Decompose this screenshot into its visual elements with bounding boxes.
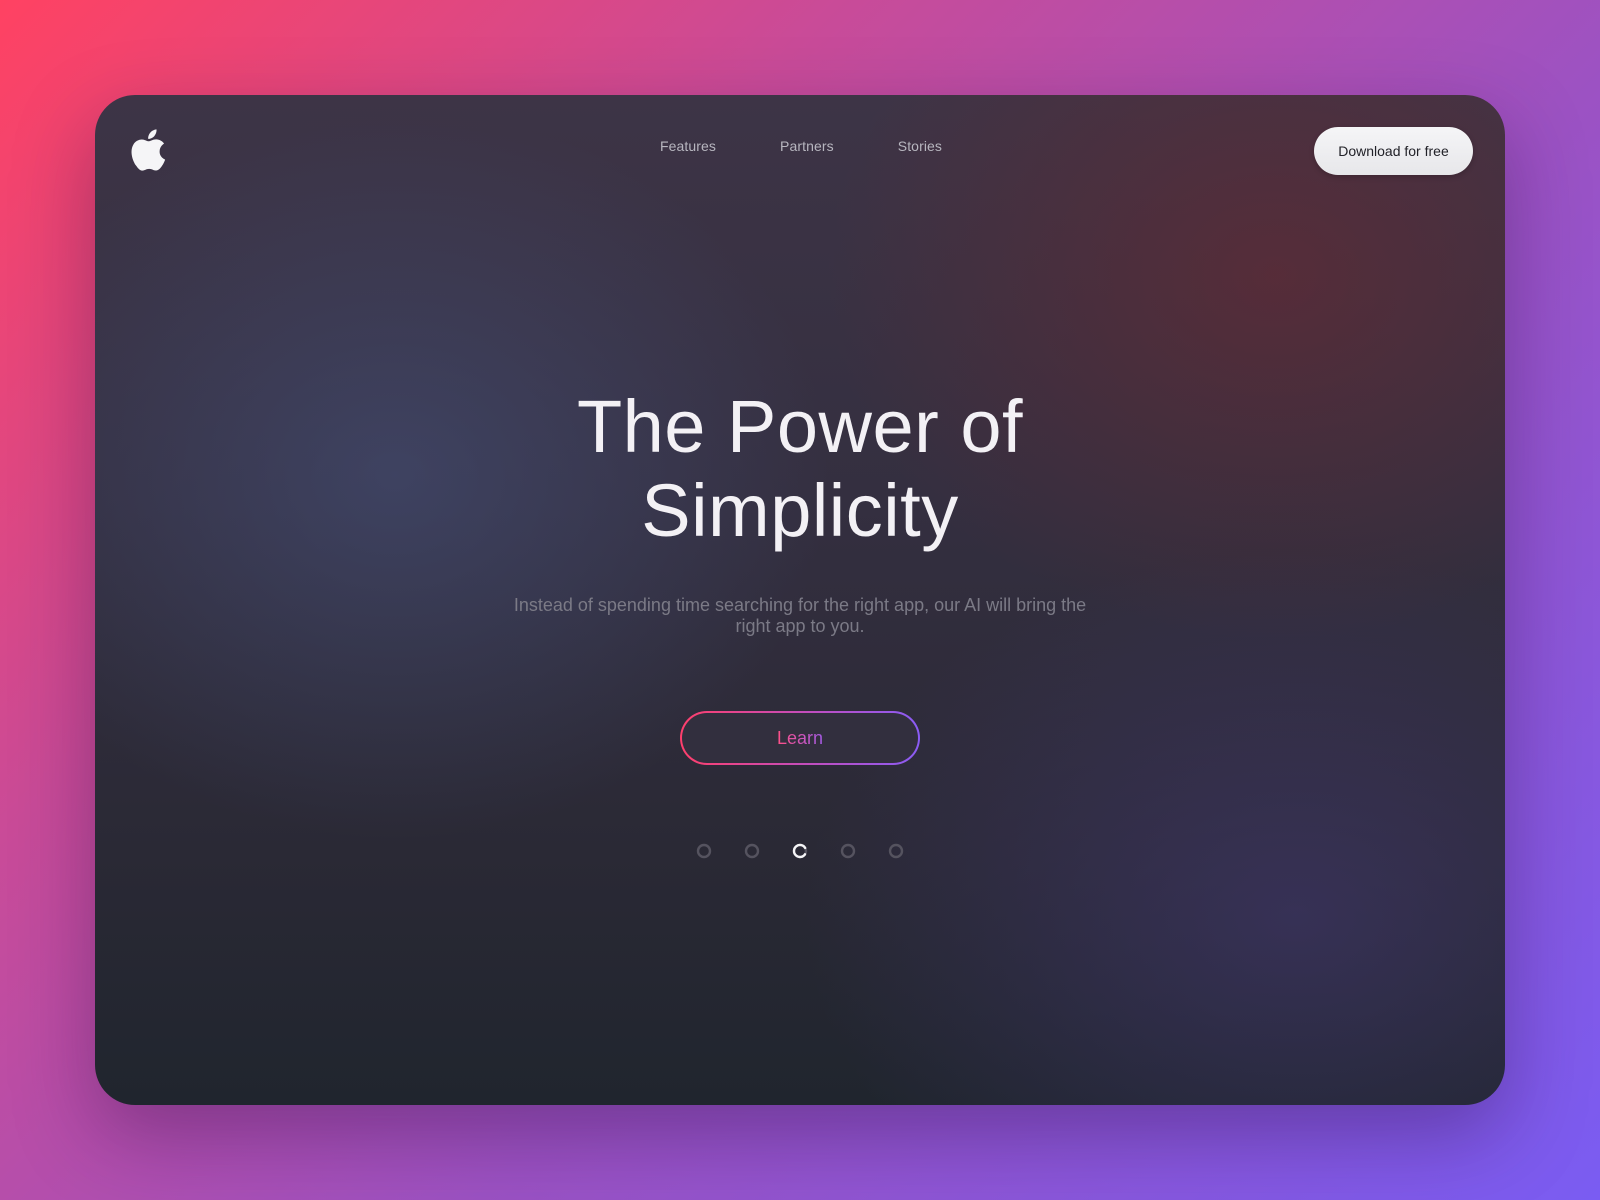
nav-link-partners[interactable]: Partners — [780, 138, 834, 154]
landing-window: Features Partners Stories Download for f… — [95, 95, 1505, 1105]
nav-link-stories[interactable]: Stories — [898, 138, 942, 154]
hero-subtitle: Instead of spending time searching for t… — [513, 595, 1087, 636]
carousel-dot-5[interactable] — [888, 843, 904, 859]
download-button[interactable]: Download for free — [1314, 127, 1473, 175]
learn-button[interactable]: Learn — [682, 713, 918, 763]
carousel-dot-3-active[interactable] — [792, 843, 808, 859]
carousel-dot-4[interactable] — [840, 843, 856, 859]
hero-section: The Power of Simplicity Instead of spend… — [95, 385, 1505, 637]
hero-title-line-2: Simplicity — [641, 469, 959, 552]
learn-button-label: Learn — [776, 727, 824, 748]
hero-title: The Power of Simplicity — [480, 385, 1120, 553]
carousel-dot-2[interactable] — [744, 843, 760, 859]
top-nav: Features Partners Stories — [95, 138, 1505, 154]
learn-button-border[interactable]: Learn — [680, 711, 920, 765]
hero-title-line-1: The Power of — [576, 385, 1024, 468]
carousel-indicator — [95, 843, 1505, 859]
carousel-dot-1[interactable] — [696, 843, 712, 859]
nav-link-features[interactable]: Features — [660, 138, 716, 154]
